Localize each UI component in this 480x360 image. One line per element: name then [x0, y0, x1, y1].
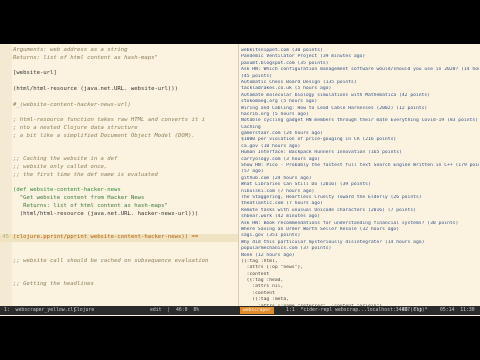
code-line[interactable]	[0, 242, 238, 250]
mode-line-left-file: 1: webscraper_yellow.clj	[4, 308, 77, 313]
code-line[interactable]: (html/html-resource (java.net.URL. websi…	[0, 86, 238, 94]
code-text: Arguments: web address as a string	[13, 47, 128, 53]
code-line[interactable]	[0, 226, 238, 234]
code-line[interactable]: #_(website-content-hacker-news-url)	[0, 102, 238, 110]
code-line[interactable]	[0, 219, 238, 227]
code-line[interactable]: ;; website call should be cached on subs…	[0, 258, 238, 266]
repl-output-pane[interactable]: webkitsnippet.com (30 points) Pandemic Ve…	[239, 44, 480, 306]
code-line[interactable]: "Get website content from Hacker News	[0, 195, 238, 203]
code-line[interactable]	[0, 78, 238, 86]
code-text: (html/html-resource (java.net.URL. hacke…	[13, 210, 199, 217]
code-line[interactable]: ;; the first time the def name is evalua…	[0, 172, 238, 180]
code-line[interactable]: ;; Getting the headlines	[0, 281, 238, 289]
mode-line: 1: webscraper_yellow.clj Clojure edit | …	[0, 306, 480, 315]
code-text: #_(website-content-hacker-news-url)	[13, 101, 131, 108]
editor-pane[interactable]: Arguments: web address as a string Return…	[0, 44, 239, 306]
code-line[interactable]	[0, 273, 238, 281]
code-text: ; html-resource function takes raw HTML …	[13, 117, 205, 124]
code-text: "Get website content from Hacker News	[13, 195, 145, 202]
code-line[interactable]	[0, 109, 238, 117]
emacs-window: Arguments: web address as a string Return…	[0, 44, 480, 316]
code-line[interactable]	[0, 63, 238, 71]
code-line[interactable]: Returns: list of html content as hash-ma…	[0, 203, 238, 211]
code-text: ;; website only called once,	[13, 163, 108, 170]
mode-line-right-info: 46 Top	[402, 308, 423, 313]
code-text: ; a bit like a simplified Document Objec…	[13, 132, 195, 139]
code-text: ;; Getting the headlines	[13, 280, 94, 287]
code-line[interactable]	[0, 250, 238, 258]
code-text: [website-url]	[13, 70, 57, 77]
repl-output-line: Notable cycling gadget HN members throug…	[241, 118, 479, 124]
code-text: ;; Caching the website in a def	[13, 156, 118, 163]
code-text: Returns: list of html content as hash-ma…	[13, 54, 158, 61]
code-text: ; nto a nested Clojure data structure	[13, 124, 138, 131]
repl-output: webkitsnippet.com (30 points) Pandemic Ve…	[241, 48, 479, 306]
code-text: (clojure.pprint/pprint website-content-h…	[13, 234, 199, 241]
code-text: ;; website call should be cached on subs…	[13, 257, 209, 264]
code-text: ;; the first time the def name is evalua…	[13, 171, 158, 178]
code-line[interactable]	[0, 265, 238, 273]
repl-output-line: Show HN: Pico - Probably the fastest ful…	[241, 163, 479, 169]
code-line[interactable]: ; a bit like a simplified Document Objec…	[0, 133, 238, 141]
code-text: Returns: list of html content as hash-ma…	[13, 202, 168, 209]
code-line[interactable]: ; nto a nested Clojure data structure	[0, 125, 238, 133]
code-line[interactable]	[0, 180, 238, 188]
repl-output-line: Ask HN: Book recommendations for underst…	[241, 220, 459, 226]
code-line[interactable]: (def website-content-hacker-news	[0, 187, 238, 195]
code-line[interactable]: 45 (clojure.pprint/pprint website-content…	[0, 234, 238, 242]
code-line[interactable]: (html/html-resource (java.net.URL. hacke…	[0, 211, 238, 219]
code-line[interactable]: ; html-resource function takes raw HTML …	[0, 117, 238, 125]
clock: 05:14 11:30	[440, 308, 475, 313]
line-number: 45	[2, 234, 9, 241]
code-line[interactable]: Arguments: web address as a string	[0, 47, 238, 55]
code-line[interactable]	[0, 148, 238, 156]
code-text: (def website-content-hacker-news	[13, 187, 121, 194]
code-line[interactable]	[0, 94, 238, 102]
code-line[interactable]: ;; website only called once,	[0, 164, 238, 172]
code-line[interactable]: ;; Caching the website in a def	[0, 156, 238, 164]
mode-line-left-info: edit | 46:0 8%	[150, 308, 200, 313]
code-line[interactable]	[0, 141, 238, 149]
source-code[interactable]: Arguments: web address as a string Return…	[0, 47, 238, 289]
code-line[interactable]: Returns: list of html content as hash-ma…	[0, 55, 238, 63]
code-text: (html/html-resource (java.net.URL. websi…	[13, 85, 179, 92]
code-line[interactable]: [website-url]	[0, 70, 238, 78]
repl-output-line: Ask HN: Which configuration management s…	[241, 67, 479, 73]
mode-line-left-mode: Clojure	[74, 308, 95, 313]
buffer-badge[interactable]: webscraper	[240, 307, 274, 314]
